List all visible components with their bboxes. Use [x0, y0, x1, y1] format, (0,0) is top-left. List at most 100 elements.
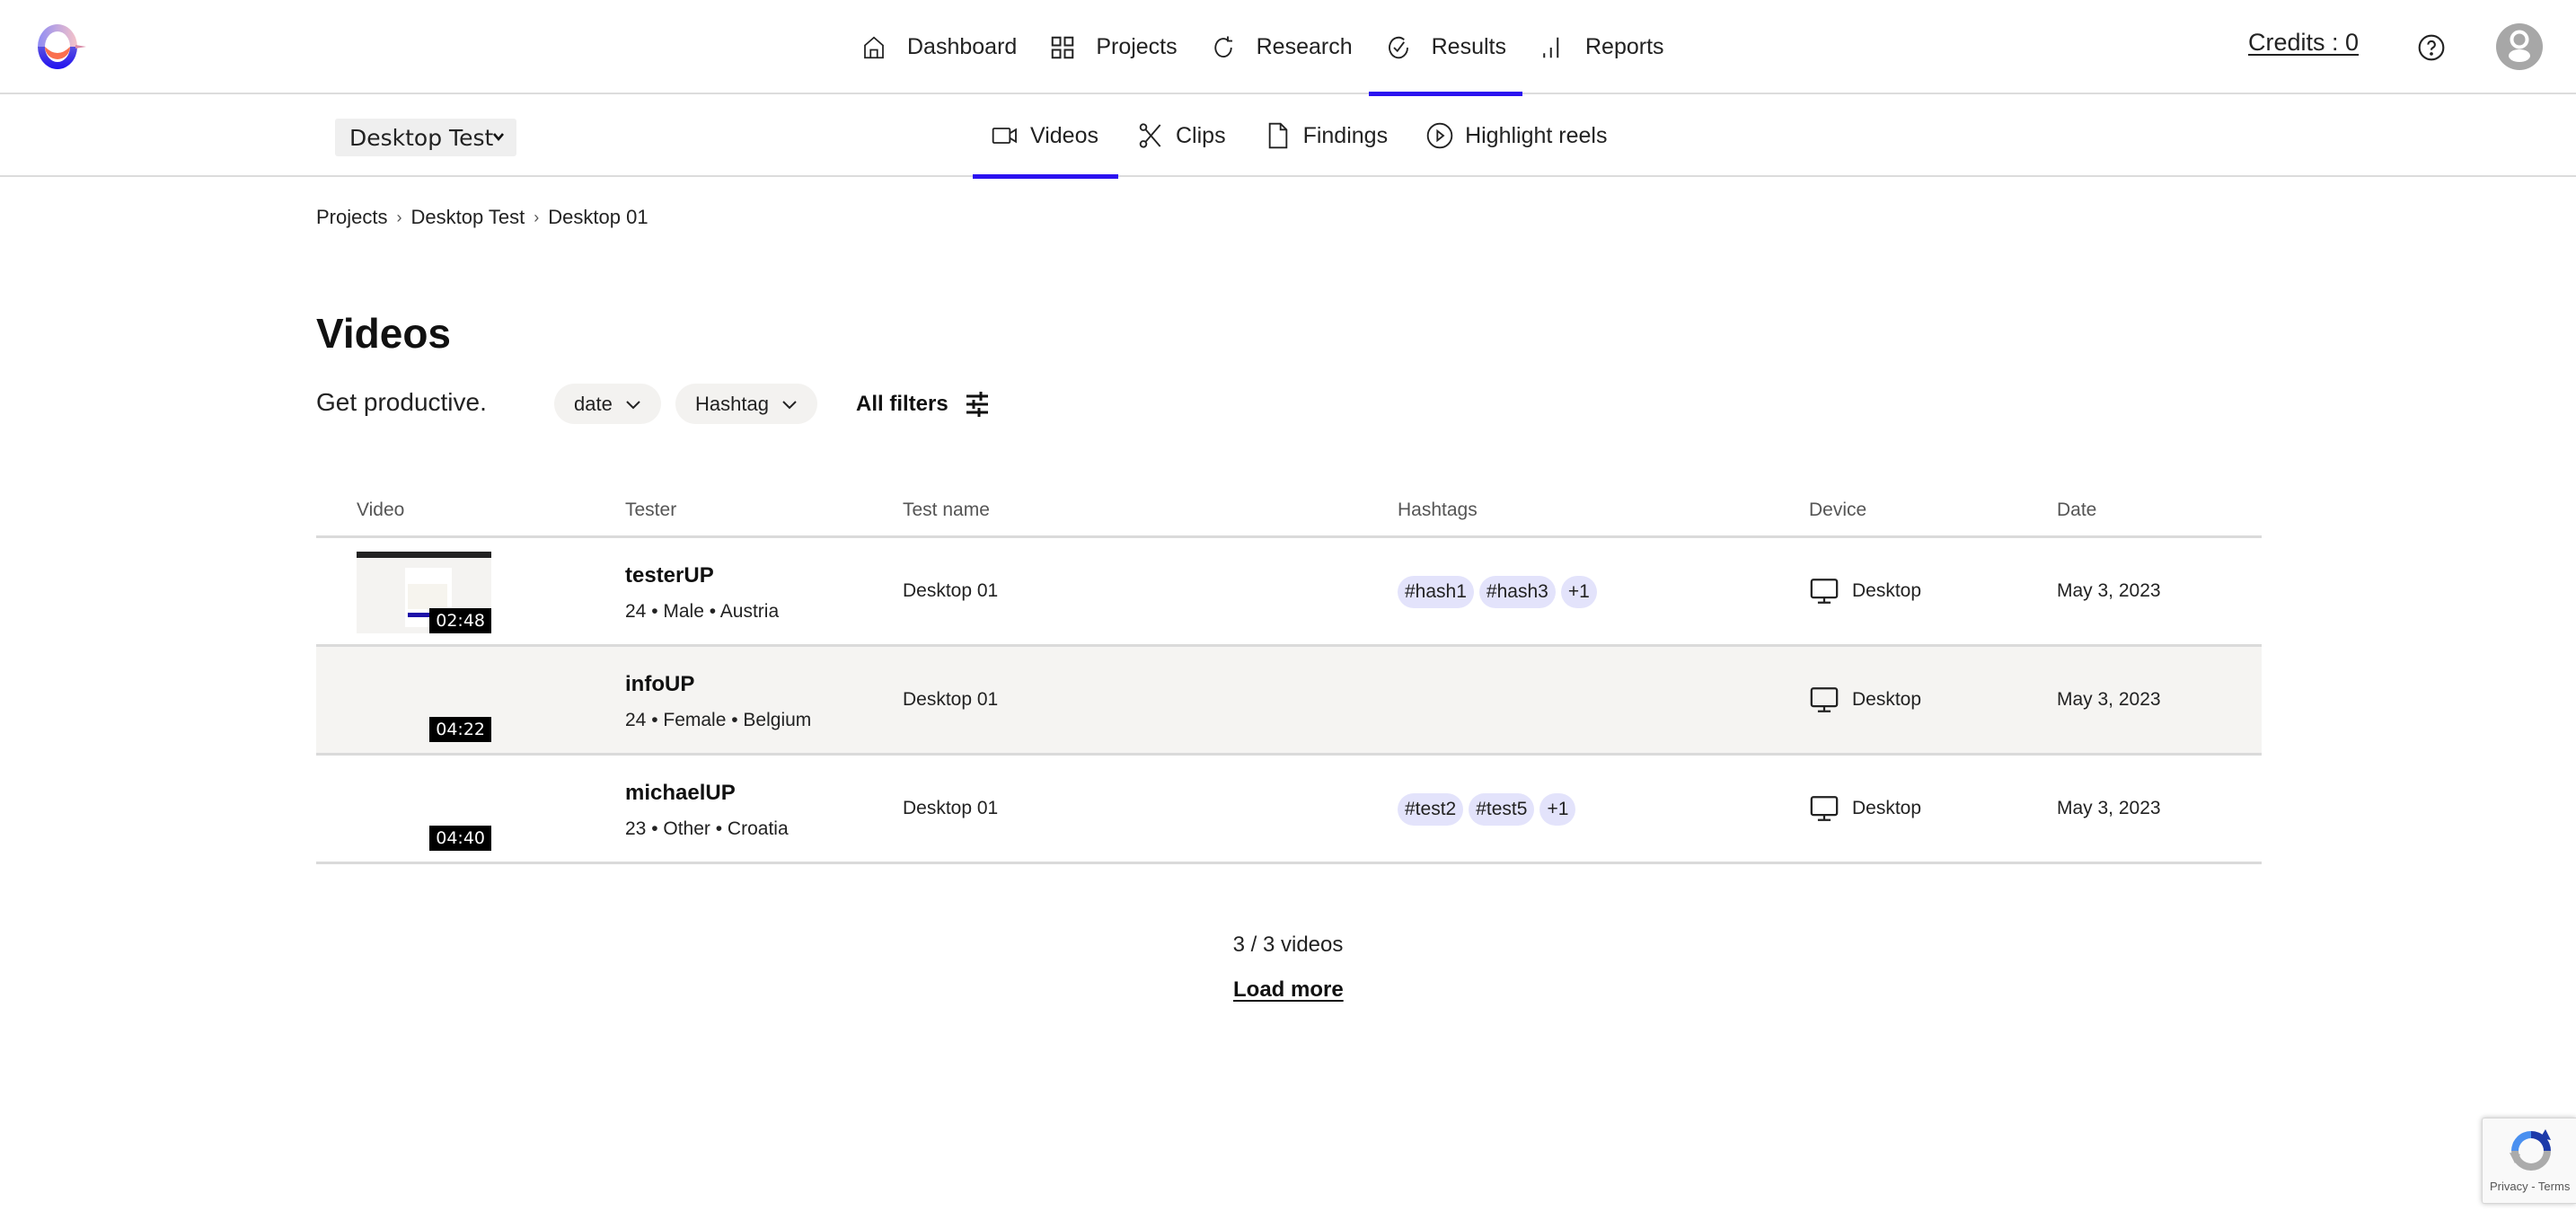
tab-clips-label: Clips	[1176, 122, 1226, 148]
play-circle-icon	[1426, 122, 1453, 149]
video-duration: 04:22	[429, 717, 491, 742]
grid-icon	[1052, 36, 1074, 58]
filter-date-label: date	[574, 392, 613, 415]
table-row[interactable]: 02:48 testerUP 24 • Male • Austria Deskt…	[316, 538, 2262, 647]
tab-highlight-reels[interactable]: Highlight reels	[1407, 94, 1627, 177]
device-label: Desktop	[1852, 580, 1922, 601]
nav-research[interactable]: Research	[1194, 0, 1369, 94]
filter-hashtag-label: Hashtag	[695, 392, 769, 415]
recaptcha-badge[interactable]: Privacy - Terms	[2482, 1118, 2576, 1204]
hashtag-chip[interactable]: #test2	[1398, 793, 1464, 826]
tab-highlight-reels-label: Highlight reels	[1465, 122, 1608, 148]
device-cell: Desktop	[1809, 685, 1921, 715]
video-thumbnail[interactable]: 04:22	[357, 660, 491, 742]
video-date: May 3, 2023	[2057, 580, 2161, 601]
chevron-down-icon	[626, 400, 640, 409]
device-label: Desktop	[1852, 689, 1922, 710]
bar-chart-icon	[1543, 37, 1559, 57]
refresh-icon	[1213, 36, 1232, 57]
video-date: May 3, 2023	[2057, 798, 2161, 818]
nav-reports[interactable]: Reports	[1522, 0, 1681, 94]
scissors-icon	[1139, 123, 1161, 148]
breadcrumb-desktop-01[interactable]: Desktop 01	[548, 206, 648, 229]
tester-meta: 24 • Male • Austria	[625, 601, 780, 622]
breadcrumb-separator: ›	[396, 208, 402, 226]
test-name: Desktop 01	[903, 798, 999, 818]
desktop-icon	[1810, 687, 1839, 712]
top-header: Dashboard Projects Research Results Repo…	[0, 0, 2576, 96]
document-icon	[1268, 122, 1287, 149]
filter-hashtag[interactable]: Hashtag	[675, 384, 817, 424]
nav-results-label: Results	[1431, 34, 1506, 59]
column-video[interactable]: Video	[357, 499, 404, 521]
tester-name[interactable]: testerUP	[625, 563, 714, 588]
column-date[interactable]: Date	[2057, 499, 2096, 521]
breadcrumb: Projects › Desktop Test › Desktop 01	[316, 206, 648, 229]
hashtag-more-chip[interactable]: +1	[1560, 576, 1597, 608]
nav-projects-label: Projects	[1096, 34, 1178, 59]
table-row[interactable]: 04:22 infoUP 24 • Female • Belgium Deskt…	[316, 647, 2262, 756]
column-device[interactable]: Device	[1809, 499, 1866, 521]
project-select-value: Desktop Test	[349, 124, 494, 151]
user-avatar-icon[interactable]	[2496, 23, 2543, 70]
column-test-name[interactable]: Test name	[903, 499, 990, 521]
tab-clips[interactable]: Clips	[1118, 94, 1246, 177]
chevron-down-icon	[782, 400, 797, 409]
video-camera-icon	[992, 128, 1017, 144]
main-nav: Dashboard Projects Research Results Repo…	[844, 0, 1681, 96]
column-hashtags[interactable]: Hashtags	[1398, 499, 1478, 521]
app-logo[interactable]	[32, 22, 90, 72]
tester-meta: 23 • Other • Croatia	[625, 818, 789, 839]
hashtag-chip[interactable]: #hash3	[1478, 576, 1556, 608]
recaptcha-icon	[2510, 1129, 2551, 1171]
video-thumbnail[interactable]: 04:40	[357, 769, 491, 851]
logo-icon	[38, 24, 86, 69]
tab-videos[interactable]: Videos	[973, 94, 1118, 179]
hashtag-list: #test2 #test5 +1	[1398, 793, 1576, 826]
sliders-icon	[966, 392, 988, 417]
table-row[interactable]: 04:40 michaelUP 23 • Other • Croatia Des…	[316, 756, 2262, 864]
filter-date[interactable]: date	[554, 384, 661, 424]
tab-videos-label: Videos	[1030, 122, 1098, 148]
check-circle-icon	[1388, 36, 1408, 58]
credits-link[interactable]: Credits : 0	[2248, 29, 2359, 57]
all-filters-label: All filters	[856, 392, 948, 416]
breadcrumb-projects[interactable]: Projects	[316, 206, 387, 229]
videos-table: Video Tester Test name Hashtags Device D…	[316, 485, 2262, 864]
table-header: Video Tester Test name Hashtags Device D…	[316, 485, 2262, 538]
tester-name[interactable]: michaelUP	[625, 781, 736, 806]
video-duration: 02:48	[429, 608, 491, 633]
nav-projects[interactable]: Projects	[1033, 0, 1193, 94]
test-name: Desktop 01	[903, 689, 999, 710]
load-more-button[interactable]: Load more	[1233, 977, 1344, 1003]
chevron-down-icon	[493, 133, 504, 142]
recaptcha-links[interactable]: Privacy - Terms	[2490, 1180, 2570, 1193]
hashtag-more-chip[interactable]: +1	[1539, 793, 1576, 826]
sub-header: Desktop Test Videos Clips Findings Highl…	[0, 94, 2576, 179]
nav-dashboard[interactable]: Dashboard	[844, 0, 1033, 94]
nav-reports-label: Reports	[1585, 34, 1664, 59]
tester-name[interactable]: infoUP	[625, 672, 694, 697]
all-filters-button[interactable]: All filters	[856, 386, 990, 422]
video-thumbnail[interactable]: 02:48	[357, 552, 491, 633]
tab-findings[interactable]: Findings	[1246, 94, 1408, 177]
column-tester[interactable]: Tester	[625, 499, 676, 521]
device-label: Desktop	[1852, 798, 1922, 818]
desktop-icon	[1810, 796, 1839, 821]
tab-findings-label: Findings	[1302, 122, 1389, 148]
help-icon[interactable]	[2417, 33, 2446, 62]
results-tabs: Videos Clips Findings Highlight reels	[973, 94, 1628, 179]
device-cell: Desktop	[1809, 793, 1921, 824]
breadcrumb-desktop-test[interactable]: Desktop Test	[410, 206, 525, 229]
hashtag-chip[interactable]: #hash1	[1398, 576, 1474, 608]
breadcrumb-separator: ›	[534, 208, 540, 226]
nav-results[interactable]: Results	[1368, 0, 1523, 96]
page-title: Videos	[316, 310, 451, 357]
video-duration: 04:40	[429, 826, 491, 851]
desktop-icon	[1810, 579, 1839, 604]
home-icon	[864, 36, 884, 58]
project-select[interactable]: Desktop Test	[335, 119, 516, 156]
hashtag-chip[interactable]: #test5	[1469, 793, 1535, 826]
nav-research-label: Research	[1256, 34, 1353, 59]
hashtag-list: #hash1 #hash3 +1	[1398, 576, 1597, 608]
